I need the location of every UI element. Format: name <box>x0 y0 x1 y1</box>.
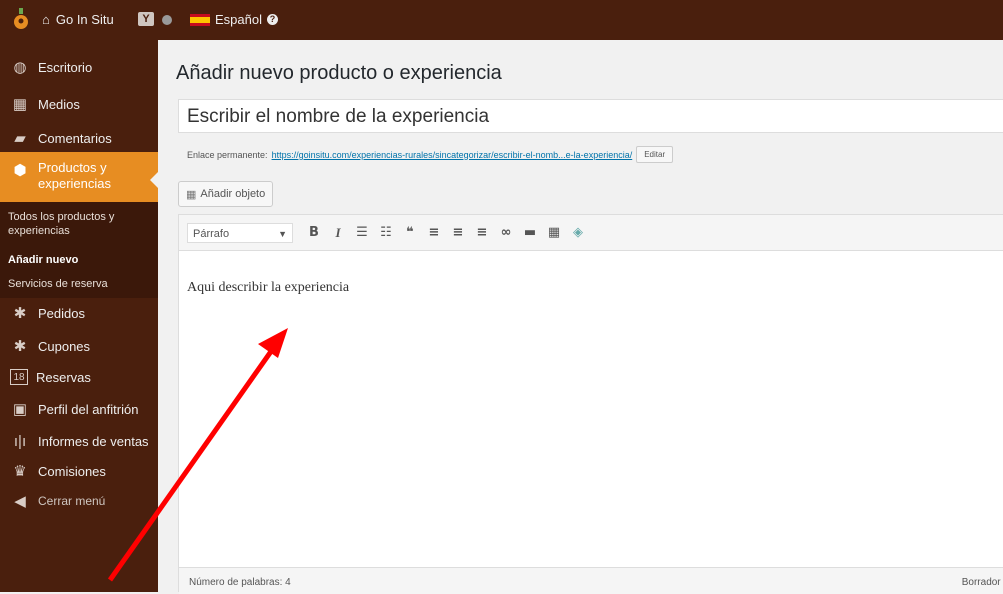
orders-icon: ✱ <box>13 305 27 322</box>
submenu-item-add-new[interactable]: Añadir nuevo <box>8 253 78 267</box>
submenu-item-all-products[interactable]: Todos los productos y experiencias <box>8 210 148 238</box>
media-icon: ▦ <box>186 188 197 201</box>
editor-statusbar: Número de palabras: 4 Borrador guard <box>179 567 1003 594</box>
italic-icon[interactable]: I <box>327 225 349 241</box>
collapse-menu-button[interactable]: ◀ Cerrar menú <box>0 485 158 517</box>
calendar-icon: 18 <box>10 369 28 385</box>
menu-item-comisiones[interactable]: ♛ Comisiones <box>0 455 158 487</box>
commissions-icon: ♛ <box>13 463 27 480</box>
comments-icon: ▰ <box>14 130 26 147</box>
products-icon: ⬢ <box>13 162 27 179</box>
menu-label: Comentarios <box>38 130 112 146</box>
menu-label: Medios <box>38 96 80 112</box>
title-field-value: Escribir el nombre de la experiencia <box>187 106 490 127</box>
site-name: Go In Situ <box>55 12 114 27</box>
numbered-list-icon[interactable]: ☷ <box>375 225 397 240</box>
editor-body-text: Aqui describir la experiencia <box>187 280 350 295</box>
menu-label: Informes de ventas <box>38 433 149 449</box>
products-submenu: Todos los productos y experiencias Añadi… <box>0 202 158 298</box>
bold-icon[interactable]: B <box>303 225 325 240</box>
menu-item-perfil[interactable]: ▣ Perfil del anfitrión <box>0 393 158 425</box>
menu-label: Comisiones <box>38 463 106 479</box>
link-icon[interactable]: ∞ <box>495 225 517 240</box>
toolbar-toggle-icon[interactable]: ▦ <box>543 225 565 240</box>
spain-flag-icon <box>190 13 210 26</box>
site-home-link[interactable]: ⌂ Go In Situ <box>42 12 114 27</box>
menu-item-pedidos[interactable]: ✱ Pedidos <box>0 297 158 329</box>
align-right-icon[interactable]: ≡ <box>471 225 493 240</box>
home-icon: ⌂ <box>42 12 50 27</box>
profile-icon: ▣ <box>12 401 28 418</box>
word-count: Número de palabras: 4 <box>189 577 291 588</box>
menu-item-medios[interactable]: ▦ Medios <box>0 88 158 120</box>
menu-item-reservas[interactable]: 18 Reservas <box>0 361 158 393</box>
dashboard-icon: ◍ <box>13 59 27 76</box>
chevron-down-icon: ▼ <box>278 228 287 239</box>
language-label: Español <box>215 12 262 27</box>
help-icon[interactable]: ? <box>266 14 278 25</box>
coupons-icon: ✱ <box>13 338 27 355</box>
menu-item-comentarios[interactable]: ▰ Comentarios <box>0 122 158 154</box>
format-select-value: Párrafo <box>193 227 230 240</box>
menu-item-informes[interactable]: ı|ı Informes de ventas <box>0 425 158 457</box>
read-more-icon[interactable]: ▬ <box>519 225 541 240</box>
media-icon: ▦ <box>12 96 28 113</box>
editor-toolbar: Párrafo ▼ B I ☰ ☷ ❝ ≡ ≡ ≡ ∞ ▬ ▦ ◈ <box>179 215 1003 251</box>
permalink-label: Enlace permanente: <box>187 149 268 160</box>
menu-label: Pedidos <box>38 305 85 321</box>
main-content: Añadir nuevo producto o experiencia Escr… <box>158 40 1003 594</box>
menu-item-cupones[interactable]: ✱ Cupones <box>0 330 158 362</box>
admin-bar: ⌂ Go In Situ Y Español ? <box>0 0 1003 40</box>
admin-sidebar: ◍ Escritorio ▦ Medios ▰ Comentarios ⬢ Pr… <box>0 40 158 592</box>
seo-status-dot-icon <box>162 15 172 25</box>
submenu-item-booking-services[interactable]: Servicios de reserva <box>8 277 108 291</box>
permalink-url[interactable]: https://goinsitu.com/experiencias-rurale… <box>272 150 633 160</box>
permalink-row: Enlace permanente: https://goinsitu.com/… <box>187 146 674 163</box>
plugin-icon[interactable]: ◈ <box>567 225 589 240</box>
menu-label: Productos y experiencias <box>38 160 111 191</box>
yoast-icon[interactable]: Y <box>138 12 154 26</box>
menu-label: Cupones <box>38 338 91 354</box>
menu-item-escritorio[interactable]: ◍ Escritorio <box>0 51 158 83</box>
add-media-button[interactable]: ▦ Añadir objeto <box>178 181 274 207</box>
align-center-icon[interactable]: ≡ <box>447 225 469 240</box>
language-switcher[interactable]: Español ? <box>190 12 278 27</box>
format-select[interactable]: Párrafo ▼ <box>187 222 293 243</box>
draft-status: Borrador guard <box>961 577 1003 588</box>
add-media-label: Añadir objeto <box>200 188 266 200</box>
blockquote-icon[interactable]: ❝ <box>399 225 421 240</box>
page-title: Añadir nuevo producto o experiencia <box>176 62 502 84</box>
bullet-list-icon[interactable]: ☰ <box>351 225 373 240</box>
menu-label: Escritorio <box>38 59 93 75</box>
edit-permalink-button[interactable]: Editar <box>636 146 674 163</box>
align-left-icon[interactable]: ≡ <box>423 225 445 240</box>
menu-label: Perfil del anfitrión <box>38 401 139 417</box>
collapse-icon: ◀ <box>14 493 26 510</box>
content-editor[interactable]: Párrafo ▼ B I ☰ ☷ ❝ ≡ ≡ ≡ ∞ ▬ ▦ ◈ Aqui d… <box>178 214 1003 594</box>
title-field[interactable]: Escribir el nombre de la experiencia <box>178 99 1003 133</box>
menu-label: Reservas <box>36 369 91 385</box>
site-logo-icon[interactable] <box>12 8 30 32</box>
chart-icon: ı|ı <box>13 432 27 450</box>
menu-label: Cerrar menú <box>38 494 106 508</box>
